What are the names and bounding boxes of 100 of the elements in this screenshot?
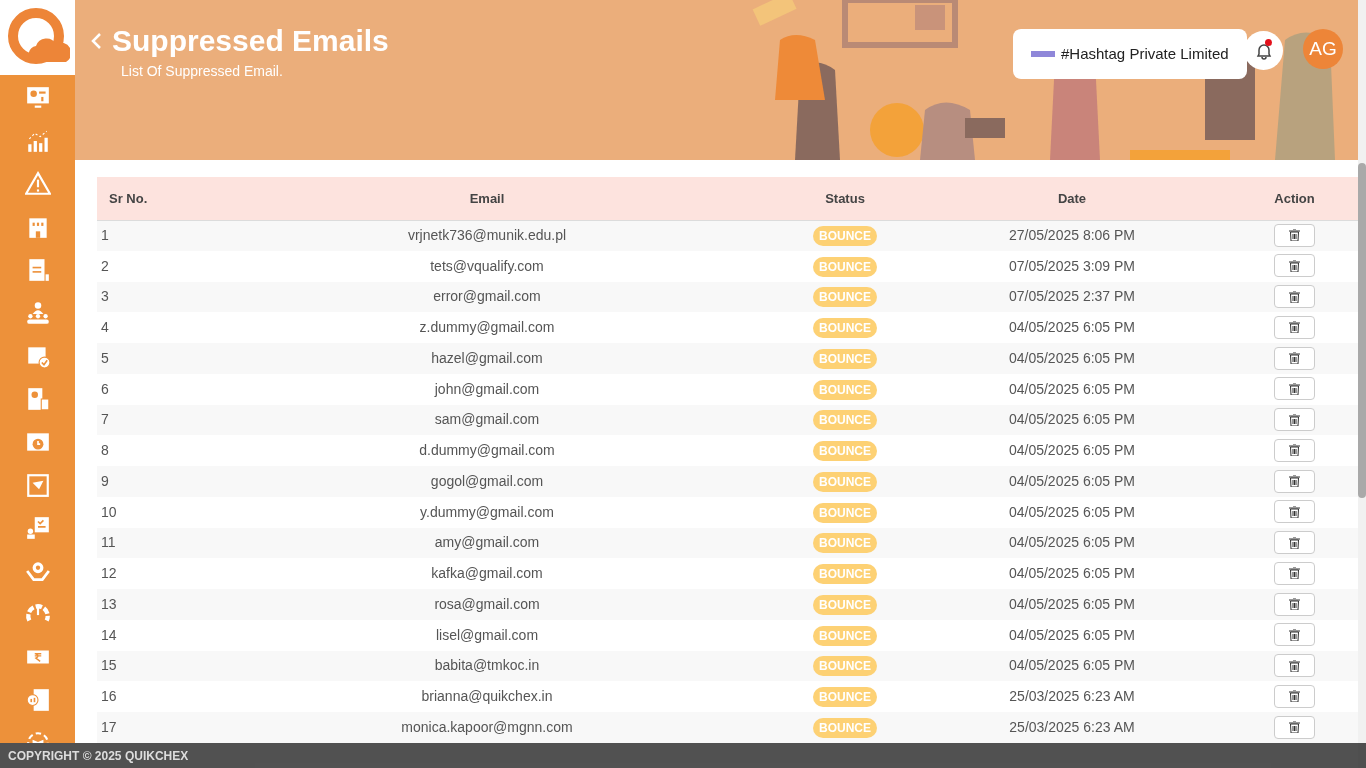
date-time: 04/05/2025 6:05 PM bbox=[1008, 503, 1136, 520]
delete-button[interactable] bbox=[1274, 684, 1315, 708]
date-time: 04/05/2025 6:05 PM bbox=[1008, 565, 1136, 582]
status-badge: BOUNCE bbox=[813, 594, 877, 615]
trash-icon bbox=[1289, 444, 1300, 457]
email-address: sam@gmail.com bbox=[434, 411, 540, 428]
trash-icon bbox=[1289, 721, 1300, 734]
delete-button[interactable] bbox=[1274, 561, 1315, 585]
email-address: vrjnetk736@munik.edu.pl bbox=[407, 227, 567, 244]
column-header: Status bbox=[825, 190, 865, 206]
trash-icon bbox=[1289, 536, 1300, 549]
trash-icon bbox=[1289, 567, 1300, 580]
date-time: 25/03/2025 6:23 AM bbox=[1009, 688, 1135, 705]
column-header: Date bbox=[1057, 190, 1087, 206]
delete-button[interactable] bbox=[1274, 254, 1315, 278]
row-number: 14 bbox=[101, 626, 117, 643]
scrollbar-thumb[interactable] bbox=[1358, 163, 1366, 498]
date-time: 04/05/2025 6:05 PM bbox=[1008, 319, 1136, 336]
date-time: 25/03/2025 6:23 AM bbox=[1009, 719, 1135, 735]
date-time: 07/05/2025 2:37 PM bbox=[1008, 288, 1136, 305]
company-logo-icon bbox=[1031, 51, 1055, 57]
notebook-icon[interactable] bbox=[24, 472, 51, 498]
trash-icon bbox=[1289, 413, 1300, 426]
row-number: 17 bbox=[101, 719, 117, 735]
delete-button[interactable] bbox=[1274, 223, 1315, 247]
trash-icon bbox=[1289, 598, 1300, 611]
status-badge: BOUNCE bbox=[813, 656, 877, 677]
status-badge: BOUNCE bbox=[813, 471, 877, 492]
trash-icon bbox=[1289, 475, 1300, 488]
checklist-person-icon[interactable] bbox=[24, 515, 51, 541]
row-number: 15 bbox=[101, 657, 117, 674]
delete-button[interactable] bbox=[1274, 469, 1315, 493]
email-address: tets@vqualify.com bbox=[430, 257, 544, 274]
row-number: 6 bbox=[101, 380, 109, 397]
row-number: 3 bbox=[101, 288, 109, 305]
row-number: 9 bbox=[101, 472, 109, 489]
delete-button[interactable] bbox=[1274, 438, 1315, 462]
trash-icon bbox=[1289, 321, 1300, 334]
column-header: Sr No. bbox=[109, 190, 148, 206]
back-icon[interactable] bbox=[90, 32, 102, 50]
status-badge: BOUNCE bbox=[813, 564, 877, 585]
status-badge: BOUNCE bbox=[813, 441, 877, 462]
date-time: 04/05/2025 6:05 PM bbox=[1008, 442, 1136, 459]
delete-button[interactable] bbox=[1274, 531, 1315, 555]
email-address: lisel@gmail.com bbox=[435, 626, 539, 643]
trash-icon bbox=[1289, 505, 1300, 518]
date-time: 04/05/2025 6:05 PM bbox=[1008, 411, 1136, 428]
status-badge: BOUNCE bbox=[813, 379, 877, 400]
delete-button[interactable] bbox=[1274, 285, 1315, 309]
delete-button[interactable] bbox=[1274, 377, 1315, 401]
company-selector[interactable]: #Hashtag Private Limited bbox=[1013, 29, 1247, 79]
delete-button[interactable] bbox=[1274, 315, 1315, 339]
row-number: 7 bbox=[101, 411, 109, 428]
date-time: 04/05/2025 6:05 PM bbox=[1008, 534, 1136, 551]
row-number: 13 bbox=[101, 595, 117, 612]
page-subtitle: List Of Suppressed Email. bbox=[121, 62, 283, 81]
delete-button[interactable] bbox=[1274, 623, 1315, 647]
row-number: 12 bbox=[101, 565, 117, 582]
date-time: 04/05/2025 6:05 PM bbox=[1008, 595, 1136, 612]
delete-button[interactable] bbox=[1274, 500, 1315, 524]
trash-icon bbox=[1289, 659, 1300, 672]
row-number: 1 bbox=[101, 227, 109, 244]
email-address: brianna@quikchex.in bbox=[421, 688, 553, 705]
email-address: kafka@gmail.com bbox=[431, 565, 543, 582]
trash-icon bbox=[1289, 690, 1300, 703]
status-badge: BOUNCE bbox=[813, 687, 877, 708]
warning-icon[interactable] bbox=[24, 171, 51, 197]
email-address: d.dummy@gmail.com bbox=[419, 442, 555, 459]
row-number: 2 bbox=[101, 257, 109, 274]
trash-icon bbox=[1289, 352, 1300, 365]
status-badge: BOUNCE bbox=[813, 256, 877, 277]
status-badge: BOUNCE bbox=[813, 348, 877, 369]
email-address: john@gmail.com bbox=[434, 380, 540, 397]
delete-button[interactable] bbox=[1274, 592, 1315, 616]
email-address: z.dummy@gmail.com bbox=[419, 319, 555, 336]
status-badge: BOUNCE bbox=[813, 502, 877, 523]
date-time: 07/05/2025 3:09 PM bbox=[1008, 257, 1136, 274]
trash-icon bbox=[1289, 290, 1300, 303]
copyright-text: COPYRIGHT © 2025 QUIKCHEX bbox=[8, 747, 189, 765]
column-header: Email bbox=[469, 190, 505, 206]
row-number: 11 bbox=[101, 534, 116, 551]
delete-button[interactable] bbox=[1274, 654, 1315, 678]
status-badge: BOUNCE bbox=[813, 287, 877, 308]
date-time: 04/05/2025 6:05 PM bbox=[1008, 472, 1136, 489]
people-icon[interactable] bbox=[24, 300, 51, 326]
row-number: 16 bbox=[101, 688, 117, 705]
delete-button[interactable] bbox=[1274, 408, 1315, 432]
monitor-chart-icon[interactable] bbox=[24, 85, 51, 111]
document-magnifier-icon[interactable] bbox=[24, 687, 51, 713]
trash-icon bbox=[1289, 628, 1300, 641]
column-header: Action bbox=[1274, 190, 1315, 206]
delete-button[interactable] bbox=[1274, 346, 1315, 370]
email-address: babita@tmkoc.in bbox=[434, 657, 540, 674]
row-number: 5 bbox=[101, 349, 109, 366]
delete-button[interactable] bbox=[1274, 715, 1315, 739]
page-title: Suppressed Emails bbox=[112, 26, 389, 56]
status-badge: BOUNCE bbox=[813, 533, 877, 554]
trash-icon bbox=[1289, 382, 1300, 395]
status-badge: BOUNCE bbox=[813, 718, 877, 738]
row-number: 10 bbox=[101, 503, 117, 520]
